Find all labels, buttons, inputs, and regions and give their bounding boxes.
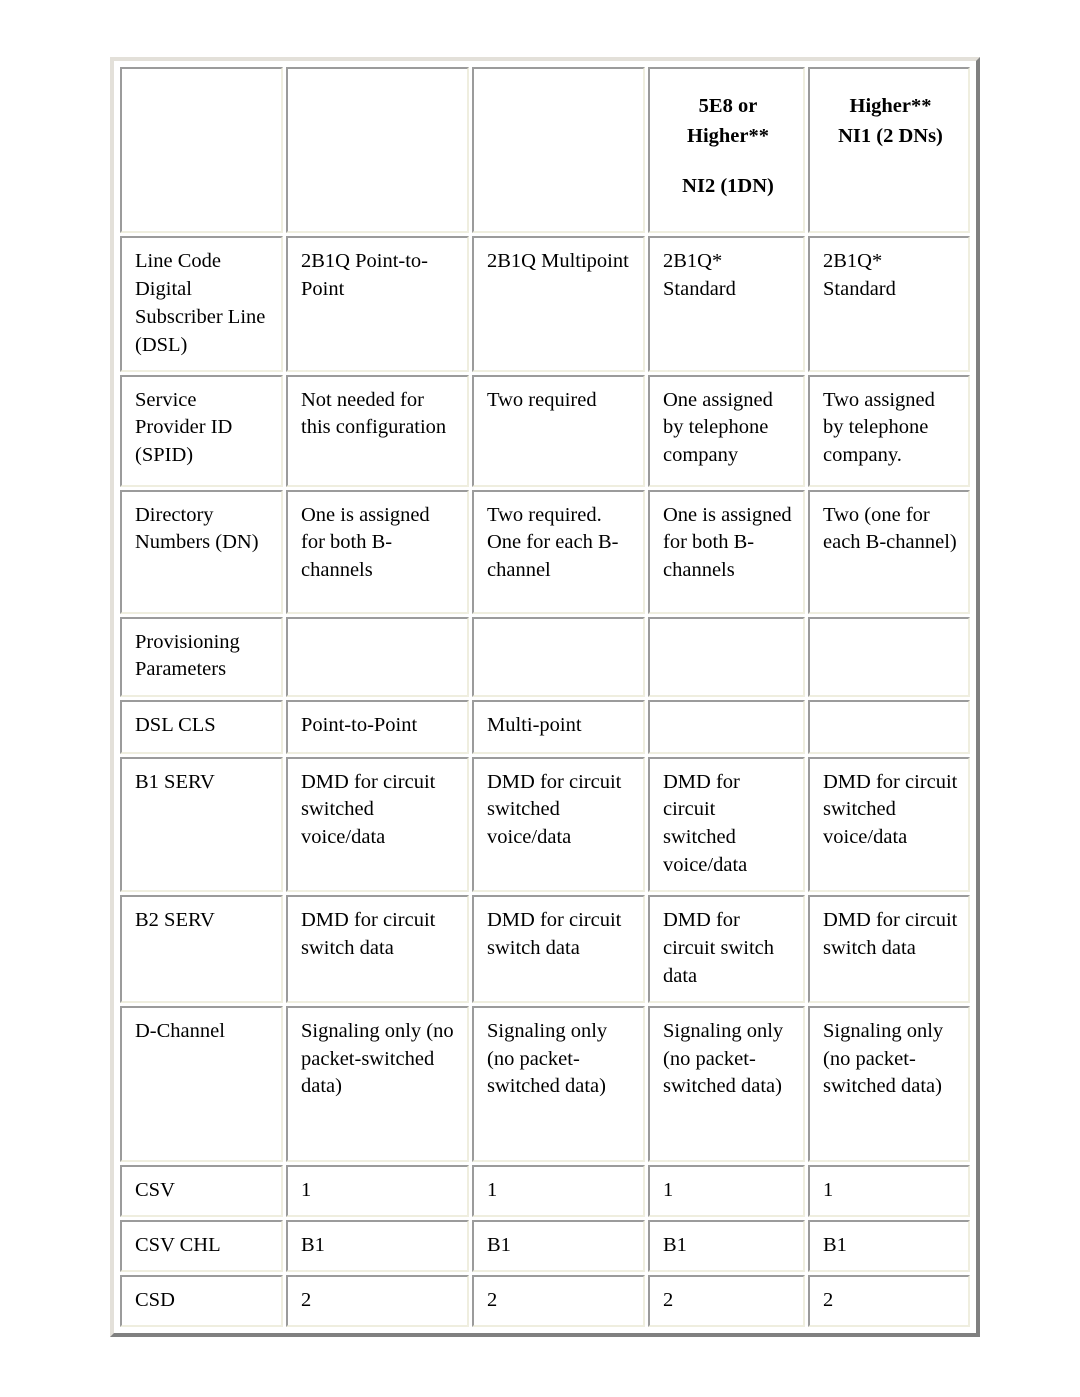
cell-dsl-cls-c1: Point-to-Point	[286, 699, 469, 754]
header-ni2-line1: 5E8 or	[698, 95, 758, 117]
cell-provisioning-parameters-c3	[648, 616, 805, 697]
table-row: DSL CLS Point-to-Point Multi-point	[120, 699, 970, 754]
table-row: Directory Numbers (DN) One is assigned f…	[120, 489, 970, 614]
cell-csv-chl-c3: B1	[648, 1219, 805, 1272]
cell-csv-c3: 1	[648, 1164, 805, 1217]
header-cell-feature	[120, 67, 283, 233]
row-label-d-channel: D-Channel	[120, 1005, 283, 1162]
table-row: Line Code Digital Subscriber Line (DSL) …	[120, 236, 970, 372]
cell-csv-chl-c1: B1	[286, 1219, 469, 1272]
cell-service-provider-id-c1: Not needed for this configuration	[286, 374, 469, 487]
cell-b2-serv-c2: DMD for circuit switch data	[472, 895, 645, 1003]
cell-provisioning-parameters-c2	[472, 616, 645, 697]
table-row: Provisioning Parameters	[120, 616, 970, 697]
header-ni1-line1: Higher**	[849, 95, 932, 117]
cell-dsl-cls-c3	[648, 699, 805, 754]
cell-service-provider-id-c4: Two assigned by telephone company.	[808, 374, 970, 487]
cell-d-channel-c2: Signaling only (no packet-switched data)	[472, 1005, 645, 1162]
row-label-directory-numbers: Directory Numbers (DN)	[120, 489, 283, 614]
comparison-table-frame: 5E8 or Higher** NI2 (1DN) Higher** NI1 (…	[110, 57, 980, 1337]
table-row: CSD 2 2 2 2	[120, 1274, 970, 1327]
row-label-csd: CSD	[120, 1274, 283, 1327]
cell-directory-numbers-c2: Two required. One for each B-channel	[472, 489, 645, 614]
row-label-csv: CSV	[120, 1164, 283, 1217]
cell-d-channel-c1: Signaling only (no packet-switched data)	[286, 1005, 469, 1162]
cell-d-channel-c4: Signaling only (no packet-switched data)	[808, 1005, 970, 1162]
cell-csv-c1: 1	[286, 1164, 469, 1217]
row-label-csv-chl: CSV CHL	[120, 1219, 283, 1272]
cell-csv-c2: 1	[472, 1164, 645, 1217]
row-label-line-code-dsl: Line Code Digital Subscriber Line (DSL)	[120, 236, 283, 372]
cell-d-channel-c3: Signaling only (no packet-switched data)	[648, 1005, 805, 1162]
header-cell-col1	[286, 67, 469, 233]
cell-csv-chl-c4: B1	[808, 1219, 970, 1272]
header-ni2-line2: Higher**	[687, 125, 769, 148]
table-row: CSV CHL B1 B1 B1 B1	[120, 1219, 970, 1272]
cell-line-code-dsl-c3: 2B1Q* Standard	[648, 236, 805, 372]
cell-line-code-dsl-c2: 2B1Q Multipoint	[472, 236, 645, 372]
cell-service-provider-id-c2: Two required	[472, 374, 645, 487]
header-cell-ni1-2dns: Higher** NI1 (2 DNs)	[808, 67, 970, 233]
cell-directory-numbers-c3: One is assigned for both B-channels	[648, 489, 805, 614]
row-label-service-provider-id: Service Provider ID (SPID)	[120, 374, 283, 487]
document-page: 5E8 or Higher** NI2 (1DN) Higher** NI1 (…	[0, 0, 1080, 1397]
cell-line-code-dsl-c4: 2B1Q* Standard	[808, 236, 970, 372]
cell-csv-chl-c2: B1	[472, 1219, 645, 1272]
table-row: B2 SERV DMD for circuit switch data DMD …	[120, 895, 970, 1003]
cell-directory-numbers-c4: Two (one for each B-channel)	[808, 489, 970, 614]
row-label-b2-serv: B2 SERV	[120, 895, 283, 1003]
cell-csd-c1: 2	[286, 1274, 469, 1327]
cell-csd-c4: 2	[808, 1274, 970, 1327]
isdn-comparison-table: 5E8 or Higher** NI2 (1DN) Higher** NI1 (…	[117, 64, 973, 1330]
cell-provisioning-parameters-c1	[286, 616, 469, 697]
header-ni2-line3: NI2 (1DN)	[682, 175, 774, 198]
cell-b1-serv-c4: DMD for circuit switched voice/data	[808, 756, 970, 892]
cell-dsl-cls-c4	[808, 699, 970, 754]
cell-csv-c4: 1	[808, 1164, 970, 1217]
cell-b2-serv-c4: DMD for circuit switch data	[808, 895, 970, 1003]
header-cell-col2	[472, 67, 645, 233]
cell-b1-serv-c1: DMD for circuit switched voice/data	[286, 756, 469, 892]
cell-b2-serv-c1: DMD for circuit switch data	[286, 895, 469, 1003]
row-label-provisioning-parameters: Provisioning Parameters	[120, 616, 283, 697]
cell-directory-numbers-c1: One is assigned for both B-channels	[286, 489, 469, 614]
cell-provisioning-parameters-c4	[808, 616, 970, 697]
table-row: B1 SERV DMD for circuit switched voice/d…	[120, 756, 970, 892]
row-label-b1-serv: B1 SERV	[120, 756, 283, 892]
cell-line-code-dsl-c1: 2B1Q Point-to-Point	[286, 236, 469, 372]
header-cell-ni2-1dn: 5E8 or Higher** NI2 (1DN)	[648, 67, 805, 233]
table-row: Service Provider ID (SPID) Not needed fo…	[120, 374, 970, 487]
cell-b2-serv-c3: DMD for circuit switch data	[648, 895, 805, 1003]
header-spacer	[663, 152, 793, 171]
table-row: CSV 1 1 1 1	[120, 1164, 970, 1217]
cell-b1-serv-c2: DMD for circuit switched voice/data	[472, 756, 645, 892]
table-row: D-Channel Signaling only (no packet-swit…	[120, 1005, 970, 1162]
cell-csd-c3: 2	[648, 1274, 805, 1327]
cell-b1-serv-c3: DMD for circuit switched voice/data	[648, 756, 805, 892]
row-label-dsl-cls: DSL CLS	[120, 699, 283, 754]
header-ni1-line2: NI1 (2 DNs)	[838, 125, 943, 148]
cell-csd-c2: 2	[472, 1274, 645, 1327]
cell-service-provider-id-c3: One assigned by telephone company	[648, 374, 805, 487]
table-header-row: 5E8 or Higher** NI2 (1DN) Higher** NI1 (…	[120, 67, 970, 233]
cell-dsl-cls-c2: Multi-point	[472, 699, 645, 754]
